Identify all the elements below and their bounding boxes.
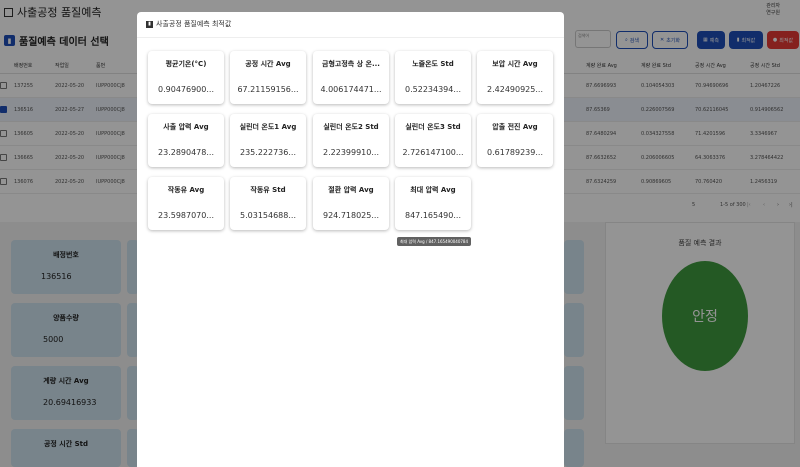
param-value: 4.006174471... (320, 85, 382, 94)
param-name: 노즐온도 Std (412, 60, 454, 68)
param-name: 절환 압력 Avg (328, 186, 374, 194)
param-card[interactable]: 절환 압력 Avg 924.718025... (313, 177, 389, 230)
chart-icon: ▮ (146, 20, 153, 28)
param-card[interactable]: 사출 압력 Avg 23.2890478... (148, 114, 224, 167)
dialog-title-text: 사출공정 품질예측 최적값 (156, 20, 232, 28)
value-tooltip: 최대 압력 Avg / 847.165490040784 (397, 237, 472, 246)
param-name: 작동유 Avg (167, 186, 205, 194)
param-value: 0.90476900... (158, 85, 214, 94)
param-name: 실린더 온도1 Avg (239, 123, 297, 131)
param-name: 실린더 온도3 Std (405, 123, 461, 131)
param-card[interactable]: 실린더 온도2 Std 2.22399910... (313, 114, 389, 167)
param-value: 23.5987070... (158, 211, 214, 220)
param-name: 작동유 Std (250, 186, 286, 194)
param-name: 공정 시간 Avg (245, 60, 291, 68)
param-value: 2.22399910... (323, 148, 379, 157)
param-name: 최대 압력 Avg (410, 186, 456, 194)
param-value: 2.42490925... (487, 85, 543, 94)
param-name: 압출 전진 Avg (492, 123, 538, 131)
param-card[interactable]: 압출 전진 Avg 0.61789239... (477, 114, 553, 167)
param-value: 924.718025... (323, 211, 379, 220)
param-card[interactable]: 금형고정측 상 온... 4.006174471... (313, 51, 389, 104)
param-card[interactable]: 실린더 온도3 Std 2.726147100... (395, 114, 471, 167)
param-value: 847.165490... (405, 211, 461, 220)
param-name: 금형고정측 상 온... (322, 60, 380, 68)
param-name: 사출 압력 Avg (163, 123, 209, 131)
param-card[interactable]: 작동유 Avg 23.5987070... (148, 177, 224, 230)
param-value: 67.21159156... (237, 85, 299, 94)
param-name: 보압 시간 Avg (492, 60, 538, 68)
dialog-header: ▮ 사출공정 품질예측 최적값 (137, 12, 564, 38)
param-card[interactable]: 보압 시간 Avg 2.42490925... (477, 51, 553, 104)
param-card[interactable]: 실린더 온도1 Avg 235.222736... (230, 114, 306, 167)
param-card[interactable]: 노즐온도 Std 0.52234394... (395, 51, 471, 104)
param-name: 실린더 온도2 Std (323, 123, 379, 131)
param-value: 0.61789239... (487, 148, 543, 157)
param-value: 235.222736... (240, 148, 296, 157)
param-value: 0.52234394... (405, 85, 461, 94)
param-card[interactable]: 최대 압력 Avg 847.165490... (395, 177, 471, 230)
param-value: 23.2890478... (158, 148, 214, 157)
param-name: 평균기온(°C) (165, 60, 207, 68)
param-card[interactable]: 공정 시간 Avg 67.21159156... (230, 51, 306, 104)
param-value: 5.03154688... (240, 211, 296, 220)
param-value: 2.726147100... (402, 148, 464, 157)
optimal-values-dialog: ▮ 사출공정 품질예측 최적값 평균기온(°C) 0.90476900... 공정 … (137, 12, 564, 467)
param-card[interactable]: 평균기온(°C) 0.90476900... (148, 51, 224, 104)
dialog-title: ▮ 사출공정 품질예측 최적값 (146, 19, 231, 29)
param-card[interactable]: 작동유 Std 5.03154688... (230, 177, 306, 230)
